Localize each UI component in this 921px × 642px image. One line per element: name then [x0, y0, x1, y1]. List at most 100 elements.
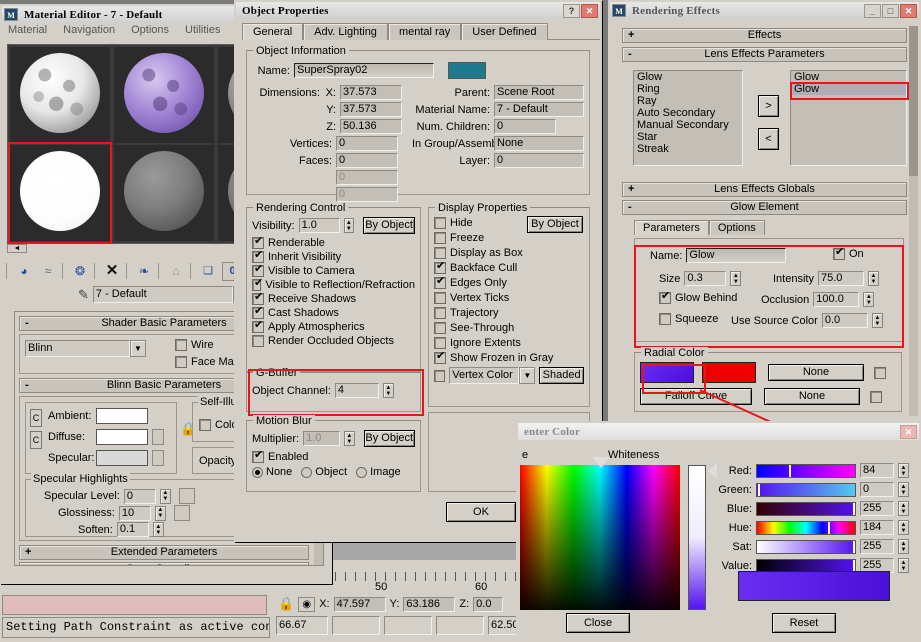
- edges-only-checkbox[interactable]: [434, 276, 446, 289]
- ok-button[interactable]: OK: [446, 502, 516, 522]
- hue-spinner[interactable]: ▲ ▼: [898, 520, 909, 535]
- available-effects-list[interactable]: Glow Ring Ray Auto Secondary Manual Seco…: [633, 70, 743, 166]
- soften-spinner[interactable]: ▲ ▼: [152, 522, 164, 537]
- vertex-ticks-checkbox[interactable]: [434, 292, 446, 304]
- freeze-checkbox[interactable]: [434, 232, 446, 244]
- glow-intensity-spinner[interactable]: ▲ ▼: [867, 271, 879, 286]
- green-value[interactable]: 0: [860, 482, 894, 497]
- radial-color-none-button-2[interactable]: None: [764, 388, 860, 405]
- occlusion-spinner[interactable]: ▲ ▼: [863, 292, 875, 307]
- ambient-swatch[interactable]: [96, 408, 148, 424]
- radial-color-map-checkbox-2[interactable]: [870, 390, 882, 403]
- show-frozen-in-gray-checkbox[interactable]: [434, 351, 446, 364]
- reset-map-icon[interactable]: ✕: [102, 262, 122, 280]
- rollup-extended-toggle[interactable]: +: [25, 546, 31, 559]
- tab-general[interactable]: General: [242, 23, 304, 40]
- radial-color-swatch-1[interactable]: [640, 362, 694, 383]
- rollup-blinn-basic-toggle[interactable]: -: [25, 379, 29, 392]
- motion-blur-enabled-checkbox[interactable]: [252, 450, 264, 463]
- rollup-shader-basic-toggle[interactable]: -: [25, 317, 29, 330]
- rollup-lens-params-toggle[interactable]: -: [628, 48, 632, 61]
- effect-item-ray[interactable]: Ray: [634, 95, 742, 107]
- make-unique-icon[interactable]: ❧: [134, 262, 154, 280]
- rendering-by-object-button[interactable]: By Object: [363, 217, 415, 234]
- whiteness-strip[interactable]: [688, 465, 706, 610]
- hue-saturation-field[interactable]: [520, 465, 680, 610]
- hide-checkbox[interactable]: [434, 217, 446, 229]
- material-editor-toolbar[interactable]: ◕ ≈ ❂ ✕ ❧ ⌂ ❏ 0: [6, 259, 256, 283]
- rollup-effects[interactable]: + Effects: [622, 28, 907, 43]
- menu-utilities[interactable]: Utilities: [185, 24, 228, 36]
- visible-to-camera-checkbox[interactable]: [252, 264, 264, 277]
- trajectory-checkbox[interactable]: [434, 307, 446, 319]
- rollup-glow-element[interactable]: - Glow Element: [622, 200, 907, 215]
- tab-adv-lighting[interactable]: Adv. Lighting: [303, 23, 388, 40]
- inherit-visibility-checkbox[interactable]: [252, 250, 264, 263]
- applied-effects-list[interactable]: Glow Glow: [790, 70, 907, 166]
- close-button[interactable]: ✕: [581, 3, 598, 18]
- specular-level-spinner[interactable]: ▲ ▼: [159, 488, 171, 504]
- object-properties-titlebar[interactable]: Object Properties ? ✕: [236, 2, 600, 19]
- visibility-field[interactable]: 1.0: [298, 218, 340, 233]
- get-material-icon[interactable]: ◕: [14, 262, 34, 280]
- red-slider[interactable]: [756, 463, 856, 478]
- receive-shadows-checkbox[interactable]: [252, 292, 264, 305]
- glow-size-spinner[interactable]: ▲ ▼: [730, 271, 742, 286]
- display-as-box-checkbox[interactable]: [434, 247, 446, 259]
- see-through-checkbox[interactable]: [434, 322, 446, 334]
- vertex-color-checkbox[interactable]: [434, 369, 446, 382]
- material-name-field[interactable]: 7 - Default: [92, 286, 233, 303]
- z-coord-field[interactable]: 0.0: [473, 596, 504, 612]
- blue-value[interactable]: 255: [860, 501, 894, 516]
- glow-size-field[interactable]: 0.3: [684, 271, 727, 286]
- object-properties-tabs[interactable]: General Adv. Lighting mental ray User De…: [236, 19, 600, 40]
- eyedropper-icon[interactable]: ✎: [78, 287, 89, 303]
- use-source-color-spinner[interactable]: ▲ ▼: [871, 313, 883, 328]
- renderable-checkbox[interactable]: [252, 236, 264, 249]
- red-value[interactable]: 84: [860, 463, 894, 478]
- help-button[interactable]: ?: [563, 3, 580, 18]
- radial-color-map-checkbox-1[interactable]: [874, 366, 886, 379]
- result-color-swatch[interactable]: [738, 571, 890, 601]
- diffuse-swatch[interactable]: [96, 429, 148, 445]
- rollup-extended[interactable]: + Extended Parameters: [19, 545, 309, 560]
- multiplier-spinner[interactable]: ▲ ▼: [344, 431, 355, 446]
- squeeze-checkbox[interactable]: [659, 313, 671, 325]
- ignore-extents-checkbox[interactable]: [434, 337, 446, 349]
- color-selector-titlebar[interactable]: enter Color ✕: [518, 423, 919, 440]
- rollup-lens-effects-parameters[interactable]: - Lens Effects Parameters: [622, 47, 907, 62]
- add-effect-button[interactable]: >: [758, 95, 779, 117]
- sample-slot-1[interactable]: [10, 47, 110, 143]
- show-map-in-viewport-icon[interactable]: ❏: [198, 262, 218, 280]
- y-coord-field[interactable]: 63.186: [403, 596, 456, 612]
- slot-scroll-left[interactable]: ◄: [7, 244, 27, 253]
- rollup-supersampling[interactable]: - SuperSampling: [19, 562, 309, 565]
- soften-field[interactable]: 0.1: [116, 522, 149, 537]
- sat-value[interactable]: 255: [860, 539, 894, 554]
- object-channel-field[interactable]: 4: [334, 383, 379, 398]
- glow-element-tabs[interactable]: Parameters Options: [634, 220, 765, 235]
- radial-color-none-button-1[interactable]: None: [768, 364, 864, 381]
- display-by-object-button[interactable]: By Object: [527, 216, 583, 233]
- selection-lock-icon[interactable]: ◉: [298, 596, 316, 612]
- vertex-color-chevron-icon[interactable]: ▼: [519, 367, 536, 384]
- effects-scrollbar[interactable]: [909, 26, 918, 416]
- motion-blur-object-radio[interactable]: [301, 466, 313, 478]
- tab-parameters[interactable]: Parameters: [634, 220, 709, 235]
- go-to-parent-icon[interactable]: ⌂: [166, 262, 186, 280]
- material-name-row[interactable]: ✎ 7 - Default ▼: [78, 286, 249, 303]
- visible-to-reflection-checkbox[interactable]: [252, 278, 264, 291]
- glossiness-field[interactable]: 10: [118, 505, 151, 521]
- rollup-lens-effects-globals[interactable]: + Lens Effects Globals: [622, 182, 907, 197]
- glossiness-map-slot[interactable]: [173, 505, 190, 521]
- tab-options[interactable]: Options: [708, 220, 765, 235]
- rendering-effects-titlebar[interactable]: M Rendering Effects _ □ ✕: [610, 2, 919, 19]
- minimize-button[interactable]: _: [864, 3, 881, 18]
- diffuse-map-button[interactable]: C: [30, 431, 42, 449]
- hue-slider[interactable]: [756, 520, 856, 535]
- hue-value[interactable]: 184: [860, 520, 894, 535]
- effect-item-glow[interactable]: Glow: [634, 71, 742, 83]
- rollup-effects-toggle[interactable]: +: [628, 29, 634, 42]
- sample-slot-5[interactable]: [114, 145, 214, 241]
- shader-type-chevron-icon[interactable]: ▼: [130, 340, 146, 357]
